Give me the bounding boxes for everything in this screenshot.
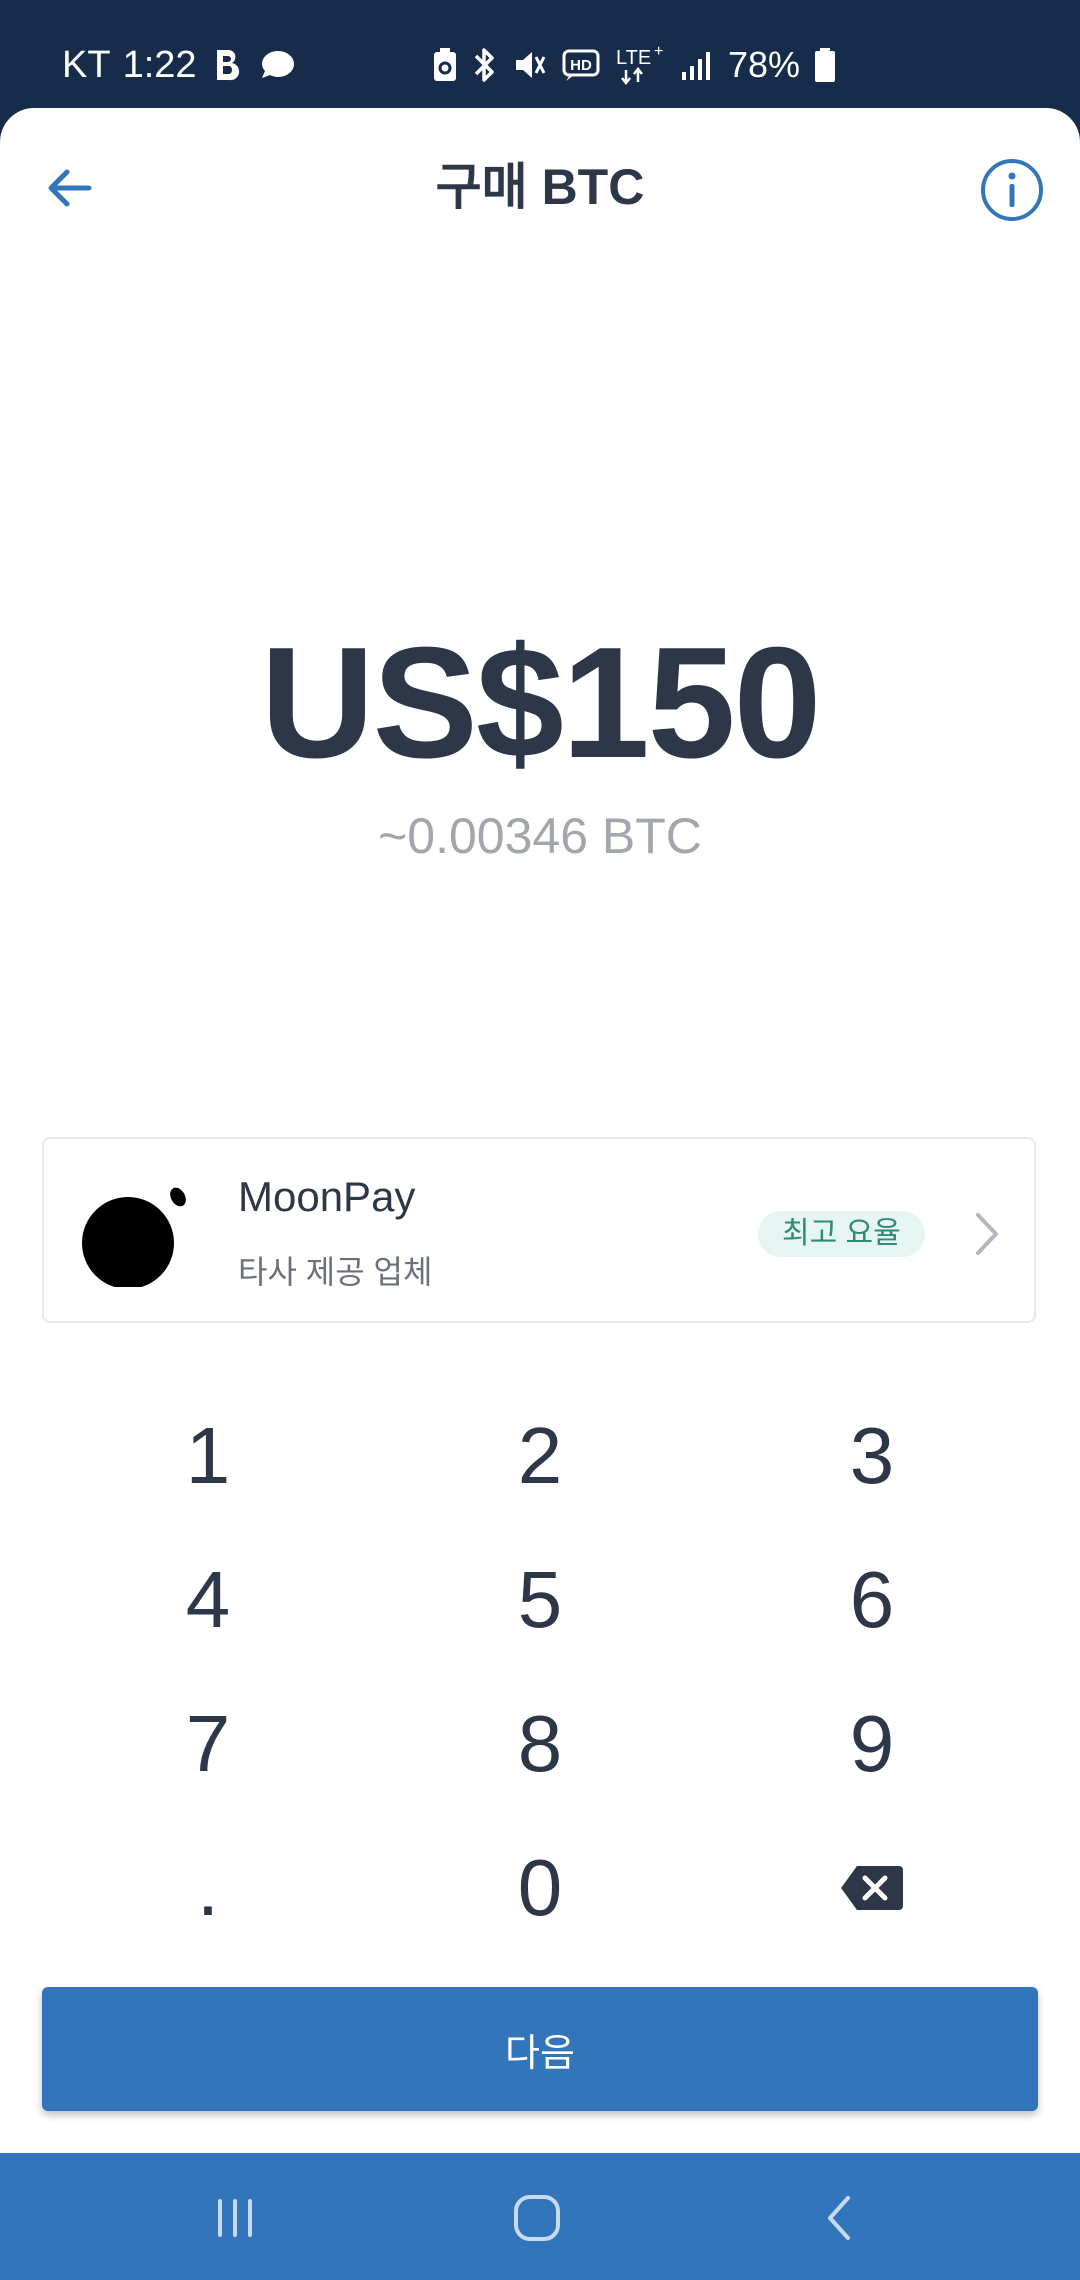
key-7[interactable]: 7 <box>42 1672 374 1816</box>
fiat-amount: US$150 <box>260 615 822 791</box>
svg-text:LTE: LTE <box>616 47 651 69</box>
buy-sheet: 구매 BTC US$150 ~0.00346 BTC MoonPay 타사 제공… <box>0 108 1080 2153</box>
battery-icon <box>814 47 836 83</box>
provider-card[interactable]: MoonPay 타사 제공 업체 최고 요율 <box>42 1137 1036 1323</box>
best-rate-badge: 최고 요율 <box>758 1211 925 1257</box>
system-back-button[interactable] <box>800 2183 880 2253</box>
key-3[interactable]: 3 <box>706 1384 1038 1528</box>
key-1[interactable]: 1 <box>42 1384 374 1528</box>
key-backspace[interactable] <box>706 1816 1038 1960</box>
recent-apps-button[interactable] <box>195 2183 275 2253</box>
bixby-icon <box>213 48 243 82</box>
key-8[interactable]: 8 <box>374 1672 706 1816</box>
back-button[interactable] <box>30 148 110 228</box>
key-4[interactable]: 4 <box>42 1528 374 1672</box>
next-button[interactable]: 다음 <box>42 1987 1038 2111</box>
key-decimal[interactable]: . <box>42 1816 374 1960</box>
svg-text:+: + <box>654 44 663 60</box>
info-circle-icon <box>981 159 1043 221</box>
svg-text:HD: HD <box>570 57 592 74</box>
key-2[interactable]: 2 <box>374 1384 706 1528</box>
signal-icon <box>680 48 714 82</box>
key-5[interactable]: 5 <box>374 1528 706 1672</box>
info-button[interactable] <box>970 148 1054 232</box>
network-type-icon: LTE + <box>616 44 666 86</box>
page-title: 구매 BTC <box>435 159 645 215</box>
hd-voice-icon: HD <box>562 48 602 82</box>
key-0[interactable]: 0 <box>374 1816 706 1960</box>
recent-apps-icon <box>218 2199 252 2237</box>
bluetooth-icon <box>472 46 498 84</box>
status-time: 1:22 <box>122 44 197 86</box>
chat-bubble-icon <box>259 48 297 82</box>
key-6[interactable]: 6 <box>706 1528 1038 1672</box>
moonpay-logo-icon <box>82 1187 186 1287</box>
battery-percent: 78% <box>728 44 801 85</box>
numeric-keypad: 1 2 3 4 5 6 7 8 9 . 0 <box>42 1384 1038 1960</box>
status-right: HD LTE + 78% <box>432 40 836 90</box>
carrier-label: KT <box>62 44 111 86</box>
battery-saver-icon <box>432 47 458 83</box>
chevron-left-icon <box>828 2196 850 2240</box>
mute-vibrate-icon <box>512 47 548 83</box>
provider-name: MoonPay <box>238 1173 416 1220</box>
key-9[interactable]: 9 <box>706 1672 1038 1816</box>
provider-subtitle: 타사 제공 업체 <box>238 1254 433 1290</box>
home-button[interactable] <box>497 2183 577 2253</box>
chevron-right-icon <box>976 1213 998 1255</box>
status-left: KT 1:22 <box>62 40 297 90</box>
status-bar: KT 1:22 HD LTE + 78% <box>0 0 1080 110</box>
header: 구매 BTC <box>0 108 1080 258</box>
crypto-amount: ~0.00346 BTC <box>378 808 702 864</box>
backspace-icon <box>841 1866 903 1910</box>
system-nav-bar <box>0 2153 1080 2280</box>
home-icon <box>514 2195 560 2241</box>
arrow-left-icon <box>48 169 92 207</box>
